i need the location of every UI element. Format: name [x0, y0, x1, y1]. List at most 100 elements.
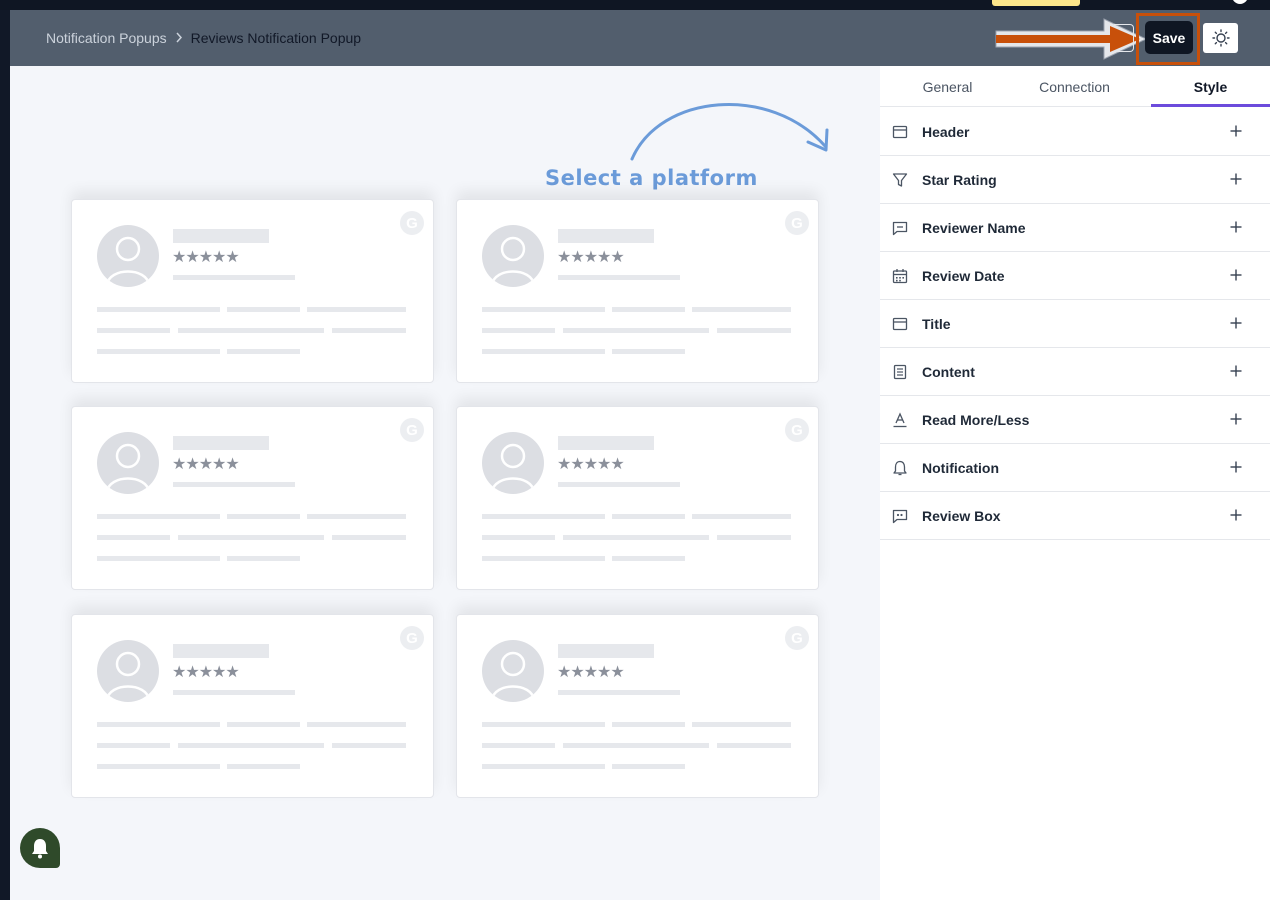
user-avatar[interactable]: [1232, 0, 1248, 4]
text-line-placeholder: [482, 764, 605, 769]
review-card[interactable]: G ★★★★★: [71, 406, 434, 590]
name-placeholder: [173, 644, 269, 658]
style-section-content[interactable]: Content: [880, 348, 1270, 396]
section-label: Read More/Less: [922, 411, 1030, 428]
filter-icon: [892, 173, 908, 187]
text-line-placeholder: [227, 349, 300, 354]
text-line-placeholder: [717, 743, 791, 748]
active-tab-indicator: [1151, 104, 1270, 107]
plus-icon[interactable]: [1228, 123, 1244, 139]
text-line-placeholder: [612, 722, 685, 727]
text-line-placeholder: [482, 349, 605, 354]
chevron-right-icon: [175, 31, 183, 46]
subline-placeholder: [558, 275, 680, 280]
text-line-placeholder: [307, 307, 406, 312]
google-icon: G: [400, 211, 424, 235]
style-section-reviewer-name[interactable]: Reviewer Name: [880, 204, 1270, 252]
subline-placeholder: [173, 690, 295, 695]
text-line-placeholder: [692, 307, 791, 312]
theme-toggle-button[interactable]: [1203, 23, 1238, 53]
review-card[interactable]: G ★★★★★: [71, 614, 434, 798]
plus-icon[interactable]: [1228, 363, 1244, 379]
plus-icon[interactable]: [1228, 459, 1244, 475]
text-line-placeholder: [612, 764, 685, 769]
plus-icon[interactable]: [1228, 219, 1244, 235]
avatar-placeholder-icon: [97, 640, 159, 702]
section-label: Review Box: [922, 507, 1001, 524]
text-line-placeholder: [563, 535, 709, 540]
text-line-placeholder: [97, 764, 220, 769]
text-line-placeholder: [332, 743, 406, 748]
text-line-placeholder: [307, 514, 406, 519]
google-icon: G: [785, 211, 809, 235]
text-line-placeholder: [97, 743, 170, 748]
review-card[interactable]: G ★★★★★: [71, 199, 434, 383]
section-label: Review Date: [922, 267, 1005, 284]
style-section-notification[interactable]: Notification: [880, 444, 1270, 492]
tab-connection[interactable]: Connection: [1007, 66, 1142, 107]
style-section-review-date[interactable]: Review Date: [880, 252, 1270, 300]
avatar-placeholder-icon: [482, 225, 544, 287]
style-section-read-more-less[interactable]: Read More/Less: [880, 396, 1270, 444]
style-section-header[interactable]: Header: [880, 108, 1270, 156]
style-section-title[interactable]: Title: [880, 300, 1270, 348]
text-line-placeholder: [97, 722, 220, 727]
tab-style[interactable]: Style: [1143, 66, 1270, 107]
top-banner-tab[interactable]: [992, 0, 1080, 6]
style-section-star-rating[interactable]: Star Rating: [880, 156, 1270, 204]
text-line-placeholder: [563, 743, 709, 748]
curved-arrow-icon: [630, 103, 829, 161]
text-line-placeholder: [178, 743, 324, 748]
section-label: Reviewer Name: [922, 219, 1026, 236]
plus-icon[interactable]: [1228, 267, 1244, 283]
section-label: Star Rating: [922, 171, 997, 188]
google-icon: G: [400, 626, 424, 650]
text-line-placeholder: [612, 556, 685, 561]
name-placeholder: [558, 229, 654, 243]
style-section-review-box[interactable]: Review Box: [880, 492, 1270, 540]
settings-tabs: General Connection Style: [880, 66, 1270, 107]
text-line-placeholder: [332, 328, 406, 333]
left-edge: [0, 10, 10, 900]
star-rating: ★★★★★: [172, 664, 240, 681]
text-line-placeholder: [178, 328, 324, 333]
name-placeholder: [173, 229, 269, 243]
message-square-icon: [892, 221, 908, 236]
review-card[interactable]: G ★★★★★: [456, 614, 819, 798]
google-icon: G: [400, 418, 424, 442]
plus-icon[interactable]: [1228, 411, 1244, 427]
text-line-placeholder: [482, 535, 555, 540]
star-rating: ★★★★★: [557, 456, 625, 473]
name-placeholder: [173, 436, 269, 450]
plus-icon[interactable]: [1228, 507, 1244, 523]
plus-icon[interactable]: [1228, 315, 1244, 331]
plus-icon[interactable]: [1228, 171, 1244, 187]
preview-button[interactable]: [1114, 24, 1134, 52]
settings-panel: General Connection Style Header Star Rat…: [880, 66, 1270, 900]
tab-general[interactable]: General: [880, 66, 1015, 107]
layout-header-icon: [892, 317, 908, 331]
document-icon: [893, 364, 907, 380]
sun-icon: [1211, 29, 1230, 47]
text-line-placeholder: [482, 743, 555, 748]
review-card[interactable]: G ★★★★★: [456, 406, 819, 590]
section-label: Content: [922, 363, 975, 380]
breadcrumb-parent-link[interactable]: Notification Popups: [46, 30, 167, 46]
text-line-placeholder: [612, 349, 685, 354]
message-quote-icon: [892, 509, 908, 524]
text-line-placeholder: [227, 556, 300, 561]
notification-bell-button[interactable]: [20, 828, 60, 868]
avatar-placeholder-icon: [97, 432, 159, 494]
google-icon: G: [785, 626, 809, 650]
text-underline-icon: [893, 412, 907, 428]
text-line-placeholder: [97, 514, 220, 519]
review-card[interactable]: G ★★★★★: [456, 199, 819, 383]
top-strip: [0, 0, 1270, 10]
text-line-placeholder: [97, 556, 220, 561]
text-line-placeholder: [227, 722, 300, 727]
save-button[interactable]: Save: [1145, 21, 1193, 54]
text-line-placeholder: [482, 328, 555, 333]
star-rating: ★★★★★: [172, 456, 240, 473]
text-line-placeholder: [482, 514, 605, 519]
text-line-placeholder: [178, 535, 324, 540]
